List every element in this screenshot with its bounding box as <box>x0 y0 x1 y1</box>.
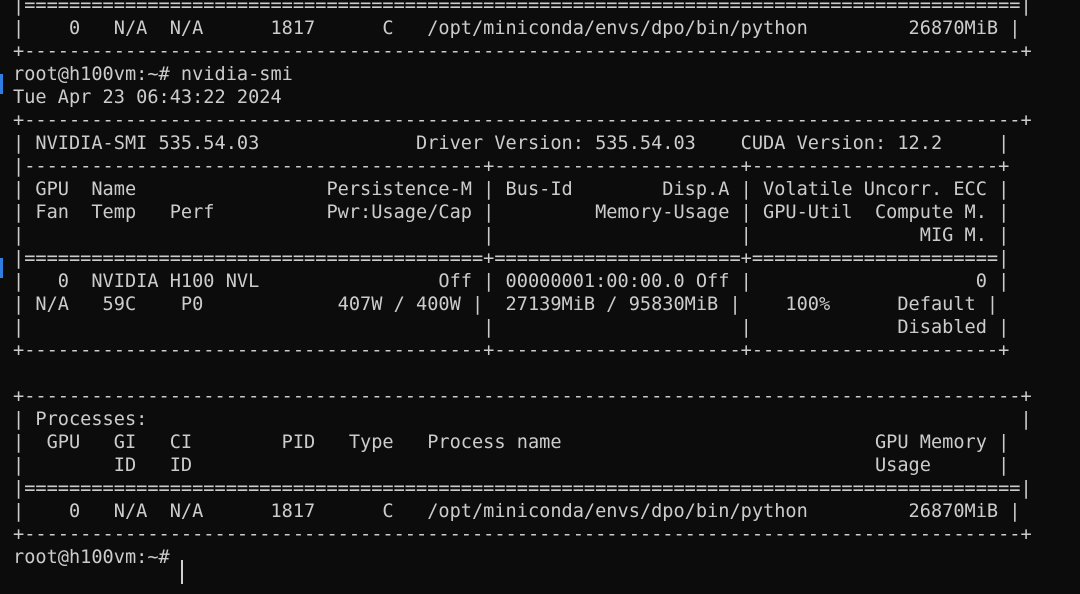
terminal-line: | ID ID Usage | <box>13 455 1010 476</box>
terminal-line: | NVIDIA-SMI 535.54.03 Driver Version: 5… <box>13 133 1010 154</box>
terminal-line: Tue Apr 23 06:43:22 2024 <box>13 87 282 108</box>
terminal-window[interactable]: |=======================================… <box>0 0 1080 594</box>
terminal-line: +---------------------------------------… <box>13 41 1032 62</box>
terminal-line: |=======================================… <box>13 0 1032 16</box>
terminal-line: | 0 NVIDIA H100 NVL Off | 00000001:00:00… <box>13 271 1010 292</box>
terminal-line: | 0 N/A N/A 1817 C /opt/miniconda/envs/d… <box>13 18 1021 39</box>
text-cursor <box>181 560 183 584</box>
terminal-line: | Fan Temp Perf Pwr:Usage/Cap | Memory-U… <box>13 202 1010 223</box>
terminal-line: +---------------------------------------… <box>13 110 1032 131</box>
terminal-line: | GPU Name Persistence-M | Bus-Id Disp.A… <box>13 179 1010 200</box>
terminal-line: |---------------------------------------… <box>13 156 1010 177</box>
terminal-line: | | | Disabled | <box>13 317 1010 338</box>
terminal-line: | GPU GI CI PID Type Process name GPU Me… <box>13 432 1010 453</box>
command-mark-indicator <box>0 258 3 278</box>
terminal-line: |=======================================… <box>13 478 1032 499</box>
terminal-line: | N/A 59C P0 407W / 400W | 27139MiB / 95… <box>13 294 999 315</box>
command-mark-indicator <box>0 74 3 94</box>
terminal-line: | Processes: | <box>13 409 1032 430</box>
terminal-line: root@h100vm:~# nvidia-smi <box>13 64 293 85</box>
terminal-line: +---------------------------------------… <box>13 524 1032 545</box>
command-prompt[interactable]: root@h100vm:~# <box>13 546 1032 569</box>
terminal-line: +---------------------------------------… <box>13 340 1010 361</box>
terminal-line: | | | MIG M. | <box>13 225 1010 246</box>
terminal-line: | 0 N/A N/A 1817 C /opt/miniconda/envs/d… <box>13 501 1021 522</box>
terminal-line: |=======================================… <box>13 248 1010 269</box>
terminal-output: |=======================================… <box>13 0 1032 569</box>
terminal-line: +---------------------------------------… <box>13 386 1032 407</box>
